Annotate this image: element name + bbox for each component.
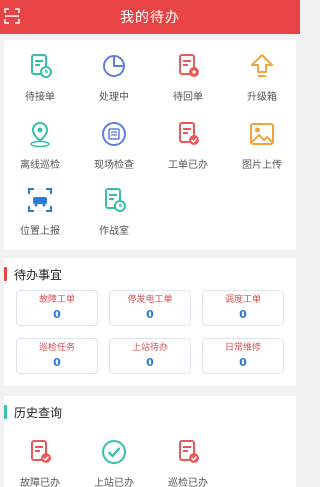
doc-check-icon bbox=[31, 440, 51, 463]
section-accent-bar bbox=[4, 405, 7, 419]
history-label: 巡检已办 bbox=[168, 478, 208, 487]
grid-item-image-upload[interactable]: 图片上传 bbox=[226, 120, 298, 180]
doc-clock-icon bbox=[31, 54, 52, 78]
todo-count: 0 bbox=[239, 308, 247, 321]
history-inspection-done[interactable]: 巡检已办 bbox=[152, 438, 224, 487]
section-title: 历史查询 bbox=[14, 405, 63, 420]
section-header: 历史查询 bbox=[4, 404, 62, 420]
todo-label: 故障工单 bbox=[38, 295, 75, 305]
section-title: 待办事宜 bbox=[14, 267, 63, 282]
grid-item-label: 离线巡检 bbox=[20, 160, 60, 171]
doc-clock-icon bbox=[105, 188, 126, 212]
history-label: 上站已办 bbox=[94, 478, 134, 487]
image-icon bbox=[250, 123, 274, 145]
todo-power-order[interactable]: 停发电工单 0 bbox=[109, 290, 191, 326]
todo-label: 停发电工单 bbox=[127, 295, 173, 305]
todo-fault-order[interactable]: 故障工单 0 bbox=[16, 290, 98, 326]
app-header: 我的待办 bbox=[0, 0, 300, 34]
todo-label: 巡检任务 bbox=[38, 343, 75, 353]
grid-item-label: 待回单 bbox=[173, 92, 203, 103]
section-header: 待办事宜 bbox=[4, 266, 62, 282]
page-title: 我的待办 bbox=[120, 10, 180, 26]
section-accent-bar bbox=[4, 267, 7, 281]
grid-item-label: 作战室 bbox=[99, 226, 129, 237]
scan-car-icon bbox=[28, 188, 52, 212]
grid-item-label: 待接单 bbox=[25, 92, 55, 103]
function-grid: 待接单 处理中 待回单 升级箱 离线巡检 现场检查 工单已办 图片上传 位置上报… bbox=[4, 40, 296, 250]
upgrade-arrow-icon bbox=[251, 54, 273, 77]
grid-item-offline-inspection[interactable]: 离线巡检 bbox=[4, 120, 76, 180]
grid-item-label: 工单已办 bbox=[168, 160, 208, 171]
grid-item-processing[interactable]: 处理中 bbox=[78, 52, 150, 112]
history-site-done[interactable]: 上站已办 bbox=[78, 438, 150, 487]
doc-check-icon bbox=[179, 440, 199, 463]
grid-item-war-room[interactable]: 作战室 bbox=[78, 186, 150, 246]
grid-item-pending-return[interactable]: 待回单 bbox=[152, 52, 224, 112]
todo-count: 0 bbox=[146, 356, 154, 369]
grid-item-label: 位置上报 bbox=[20, 226, 60, 237]
grid-item-label: 处理中 bbox=[99, 92, 129, 103]
doc-check-icon bbox=[179, 122, 199, 145]
grid-item-onsite-check[interactable]: 现场检查 bbox=[78, 120, 150, 180]
todo-dispatch-order[interactable]: 调度工单 0 bbox=[202, 290, 284, 326]
grid-item-upgrade-box[interactable]: 升级箱 bbox=[226, 52, 298, 112]
history-label: 故障已办 bbox=[20, 478, 60, 487]
todo-label: 日常维修 bbox=[224, 343, 261, 353]
pie-chart-icon bbox=[103, 55, 125, 77]
todo-count: 0 bbox=[146, 308, 154, 321]
scan-icon[interactable] bbox=[4, 8, 20, 24]
check-circle-icon bbox=[102, 440, 126, 464]
grid-item-label: 升级箱 bbox=[247, 92, 277, 103]
todo-count: 0 bbox=[239, 356, 247, 369]
todo-inspection-task[interactable]: 巡检任务 0 bbox=[16, 338, 98, 374]
location-pin-icon bbox=[30, 121, 50, 148]
todo-label: 调度工单 bbox=[224, 295, 261, 305]
todo-site-visit[interactable]: 上站待办 0 bbox=[109, 338, 191, 374]
todo-count: 0 bbox=[53, 356, 61, 369]
grid-item-pending-accept[interactable]: 待接单 bbox=[4, 52, 76, 112]
grid-item-order-done[interactable]: 工单已办 bbox=[152, 120, 224, 180]
todo-daily-repair[interactable]: 日常维修 0 bbox=[202, 338, 284, 374]
todo-count: 0 bbox=[53, 308, 61, 321]
grid-item-location-report[interactable]: 位置上报 bbox=[4, 186, 76, 246]
history-fault-done[interactable]: 故障已办 bbox=[4, 438, 76, 487]
doc-return-icon bbox=[179, 54, 199, 77]
todo-section: 待办事宜 故障工单 0 停发电工单 0 调度工单 0 巡检任务 0 上站待办 0… bbox=[4, 258, 296, 386]
history-section: 历史查询 故障已办 上站已办 巡检已办 bbox=[4, 396, 296, 487]
grid-item-label: 图片上传 bbox=[242, 160, 282, 171]
todo-label: 上站待办 bbox=[131, 343, 168, 353]
inspect-circle-icon bbox=[102, 122, 126, 146]
grid-item-label: 现场检查 bbox=[94, 160, 134, 171]
